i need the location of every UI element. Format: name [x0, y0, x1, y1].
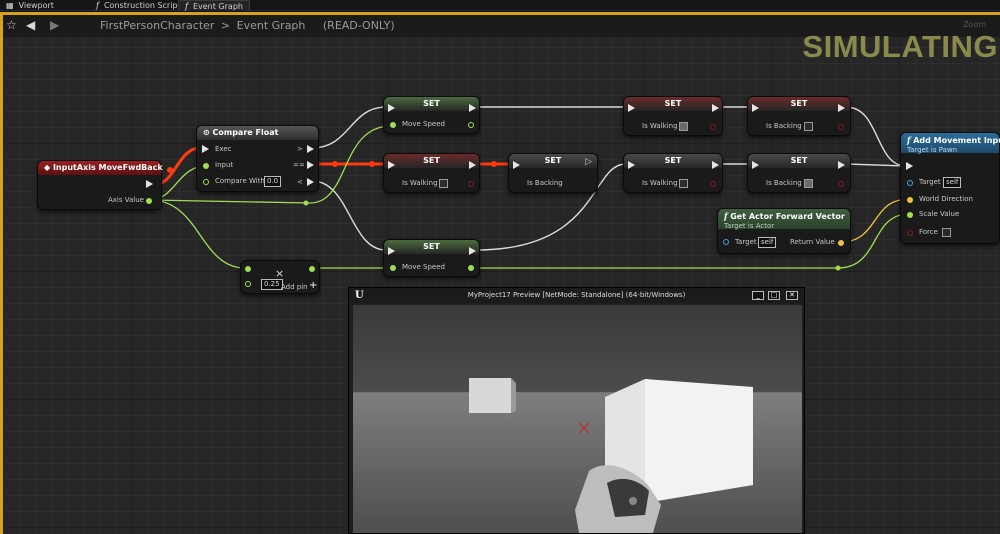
bool-out-pin[interactable]: [710, 124, 716, 130]
compare-with-field[interactable]: 0.0: [264, 176, 282, 187]
multiply-in-a-pin[interactable]: [245, 266, 251, 272]
node-title: InputAxis MoveFwdBack: [52, 163, 163, 172]
force-pin[interactable]: [907, 230, 913, 236]
exec-out-pin[interactable]: [469, 161, 476, 169]
bool-out-pin[interactable]: [838, 124, 844, 130]
wire-flow-dot: [369, 161, 375, 167]
exec-in-pin[interactable]: [202, 145, 209, 153]
game-scene: [469, 378, 753, 533]
exec-out-pin[interactable]: [712, 104, 719, 112]
node-set-is-walking-mid[interactable]: SET Is Walking: [383, 153, 480, 193]
axis-value-pin[interactable]: [146, 198, 152, 204]
node-add-movement-input[interactable]: f Add Movement Input Target is Pawn Targ…: [900, 132, 1000, 244]
exec-out-less-pin[interactable]: [307, 178, 314, 186]
node-compare-float[interactable]: ⊙ Compare Float Exec Input Compare With …: [196, 125, 319, 192]
move-speed-out-pin[interactable]: [468, 265, 474, 271]
float-wire: [149, 199, 311, 204]
exec-in-pin[interactable]: [513, 161, 520, 169]
exec-out-pin[interactable]: [838, 104, 845, 112]
node-set-move-speed-top[interactable]: SET Move Speed: [383, 96, 480, 134]
preview-window[interactable]: U MyProject17 Preview [NetMode: Standalo…: [348, 287, 805, 534]
node-set-is-backing-mid[interactable]: SET ▷ Is Backing: [508, 153, 598, 193]
multiply-value-field[interactable]: 0.25: [261, 279, 283, 290]
exec-out-pin[interactable]: [469, 247, 476, 255]
node-set-is-walking-mid-right[interactable]: SET Is Walking: [623, 153, 723, 193]
wire-flow-dot: [332, 161, 338, 167]
return-value-pin[interactable]: [838, 240, 844, 246]
unreal-logo-icon: U: [355, 290, 364, 301]
node-get-actor-forward-vector[interactable]: f Get Actor Forward Vector Target is Act…: [717, 208, 851, 254]
pin-label-axis-value: Axis Value: [108, 196, 144, 204]
move-speed-out-pin[interactable]: [468, 122, 474, 128]
node-multiply[interactable]: × 0.25 Add pin +: [240, 260, 320, 294]
target-pin[interactable]: [907, 180, 913, 186]
add-pin-icon[interactable]: +: [309, 281, 317, 291]
wire-reroute-dot: [835, 265, 841, 271]
multiply-in-b-pin[interactable]: [245, 281, 251, 287]
multiply-out-pin[interactable]: [309, 266, 315, 272]
bool-out-pin[interactable]: [468, 181, 474, 187]
exec-out-greater-pin[interactable]: [307, 145, 314, 153]
bool-out-pin[interactable]: [710, 181, 716, 187]
exec-out-pin[interactable]: [146, 180, 153, 188]
is-backing-checkbox[interactable]: [804, 122, 813, 131]
exec-in-pin[interactable]: [628, 161, 635, 169]
exec-out-pin[interactable]: [838, 161, 845, 169]
exec-out-outline-icon: ▷: [585, 157, 592, 167]
node-set-is-backing-mid-right[interactable]: SET Is Backing: [747, 153, 851, 193]
maximize-button[interactable]: □: [768, 291, 780, 300]
compare-with-pin[interactable]: [203, 179, 209, 185]
exec-wire: [311, 106, 387, 149]
is-walking-checkbox[interactable]: [439, 179, 448, 188]
wire-reroute-dot: [303, 200, 309, 206]
exec-wire: [845, 106, 907, 167]
small-cube-side: [511, 378, 516, 413]
move-speed-in-pin[interactable]: [390, 122, 396, 128]
is-backing-checkbox[interactable]: [804, 179, 813, 188]
node-input-axis[interactable]: ◆ InputAxis MoveFwdBack Axis Value: [37, 160, 163, 210]
wire-flow-dot: [491, 161, 497, 167]
compare-icon: ⊙: [203, 128, 213, 137]
target-pin[interactable]: [723, 239, 729, 245]
wire-flow-dot: [167, 167, 173, 173]
node-set-move-speed-bottom[interactable]: SET Move Speed: [383, 239, 480, 277]
is-walking-checkbox[interactable]: [679, 122, 688, 131]
exec-in-pin[interactable]: [906, 162, 913, 170]
target-self-field[interactable]: self: [943, 177, 962, 188]
scale-value-pin[interactable]: [907, 212, 913, 218]
exec-out-pin[interactable]: [469, 104, 476, 112]
exec-in-pin[interactable]: [388, 104, 395, 112]
game-viewport[interactable]: [353, 305, 802, 533]
event-icon: ◆: [44, 163, 53, 172]
float-wire: [149, 199, 246, 269]
exec-in-pin[interactable]: [752, 161, 759, 169]
multiply-icon: ×: [275, 267, 285, 280]
move-speed-in-pin[interactable]: [390, 265, 396, 271]
input-pin[interactable]: [203, 163, 209, 169]
node-set-is-backing-top-right[interactable]: SET Is Backing: [747, 96, 851, 136]
exec-wire: [311, 180, 387, 251]
minimize-button[interactable]: _: [752, 291, 764, 300]
exec-out-pin[interactable]: [712, 161, 719, 169]
bool-out-pin[interactable]: [838, 181, 844, 187]
force-checkbox[interactable]: [942, 228, 951, 237]
exec-out-equal-pin[interactable]: [307, 161, 314, 169]
preview-title: MyProject17 Preview [NetMode: Standalone…: [467, 291, 686, 299]
exec-in-pin[interactable]: [752, 104, 759, 112]
exec-in-pin[interactable]: [388, 247, 395, 255]
preview-title-bar[interactable]: U MyProject17 Preview [NetMode: Standalo…: [349, 288, 804, 303]
small-cube: [469, 378, 511, 413]
large-cube-front: [645, 379, 753, 503]
target-self-field[interactable]: self: [758, 237, 777, 248]
world-direction-pin[interactable]: [907, 197, 913, 203]
is-walking-checkbox[interactable]: [679, 179, 688, 188]
add-pin-label[interactable]: Add pin: [281, 283, 308, 292]
exec-in-pin[interactable]: [388, 161, 395, 169]
exec-in-pin[interactable]: [628, 104, 635, 112]
node-set-is-walking-top-right[interactable]: SET Is Walking: [623, 96, 723, 136]
close-button[interactable]: ✕: [786, 291, 798, 300]
